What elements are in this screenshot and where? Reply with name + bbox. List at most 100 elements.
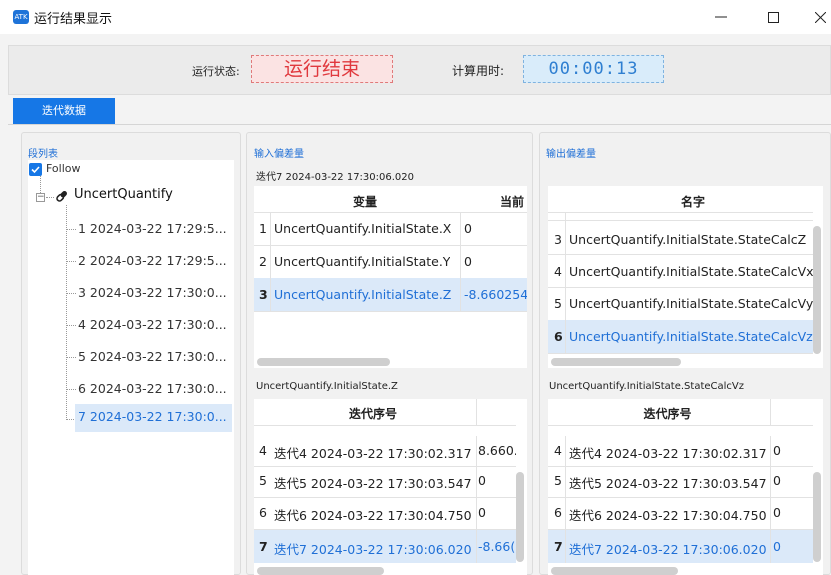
row-number: 5 [554,296,562,311]
close-icon [814,11,826,24]
tree-line [66,419,74,420]
tree-item-iteration[interactable]: 1 2024-03-22 17:29:5... [78,221,228,241]
output-detail-label: UncertQuantify.InitialState.StateCalcVz [549,381,744,392]
column-header-name[interactable]: 名字 [568,193,818,210]
tree-line [40,176,41,193]
run-state-value: 运行结束 [251,55,393,83]
close-button[interactable] [797,0,831,34]
table-row[interactable]: 4 迭代4 2024-03-22 17:30:02.317 0 [548,436,813,466]
variable-name: UncertQuantify.InitialState.X [274,221,452,236]
maximize-button[interactable] [750,0,796,34]
table-row[interactable]: 6 迭代6 2024-03-22 17:30:04.750 0 [548,497,813,529]
tree-item-iteration[interactable]: 6 2024-03-22 17:30:0... [78,381,228,401]
tree-item-iteration[interactable]: 5 2024-03-22 17:30:0... [78,349,228,369]
iteration-value: -8.66( [478,539,516,554]
status-bar [8,45,831,95]
segment-list-title: 段列表 [28,149,58,160]
row-number: 7 [259,539,268,554]
row-divider [254,311,527,312]
tree-item-iteration[interactable]: 4 2024-03-22 17:30:0... [78,317,228,337]
row-divider [548,425,813,426]
tree-line [66,261,76,262]
tree-item-iteration-selected[interactable]: 7 2024-03-22 17:30:0... [75,404,232,432]
tree-item-iteration[interactable]: 2 2024-03-22 17:29:5... [78,253,228,273]
tree-line [46,197,54,198]
output-name: UncertQuantify.InitialState.StateCalcVy [569,296,813,311]
vertical-scrollbar[interactable] [813,226,821,354]
col-divider [770,399,771,425]
row-number: 5 [554,473,562,488]
tree-line [66,357,76,358]
app-logo-icon: ATK [13,10,29,24]
horizontal-scrollbar[interactable] [551,358,681,366]
tree-line [66,229,76,230]
row-number: 3 [554,232,562,247]
row-number: 7 [554,539,563,554]
tree-item-iteration[interactable]: 3 2024-03-22 17:30:0... [78,285,228,305]
elapsed-time-value: 00:00:13 [523,55,664,83]
tree-collapse-toggle[interactable]: − [36,193,45,202]
row-number: 4 [554,443,562,458]
row-number: 4 [259,443,267,458]
tree-line [66,325,76,326]
iteration-value: 0 [773,539,781,554]
iteration-value: 0 [478,505,486,520]
elapsed-time-label: 计算用时: [452,64,505,78]
row-divider [548,212,813,213]
row-divider [254,425,516,426]
table-row-selected[interactable]: 3 UncertQuantify.InitialState.Z -8.66025… [254,278,527,311]
minimize-icon [715,16,727,18]
col-divider [476,436,477,563]
iteration-name: 迭代7 2024-03-22 17:30:06.020 [569,542,767,557]
horizontal-scrollbar[interactable] [551,567,678,575]
input-detail-label: UncertQuantify.InitialState.Z [256,381,398,392]
variable-value: 0 [464,221,472,236]
table-row[interactable]: 5 迭代5 2024-03-22 17:30:03.547 0 [548,466,813,497]
checkmark-icon [31,166,40,174]
output-name: UncertQuantify.InitialState.StateCalcVx [569,264,813,279]
column-header-iteration[interactable]: 迭代序号 [565,405,770,422]
table-row[interactable]: 1 UncertQuantify.InitialState.X 0 [254,212,527,245]
horizontal-scrollbar[interactable] [257,567,384,575]
tree-line [66,293,76,294]
window-title: 运行结果显示 [34,12,113,27]
table-row-selected[interactable]: 6 UncertQuantify.InitialState.StateCalcV… [548,320,813,353]
iteration-name: 迭代4 2024-03-22 17:30:02.317 [274,446,472,461]
row-number: 3 [259,287,268,302]
variable-value: 0 [464,254,472,269]
iteration-name: 迭代6 2024-03-22 17:30:04.750 [274,508,472,523]
row-number: 1 [259,221,267,236]
iteration-value: 8.660. [478,443,516,458]
table-row[interactable]: 3 UncertQuantify.InitialState.StateCalcZ [548,220,813,254]
table-row[interactable]: 5 UncertQuantify.InitialState.StateCalcV… [548,287,813,320]
col-divider [270,212,271,311]
col-divider [460,212,461,311]
vertical-scrollbar[interactable] [813,472,821,562]
row-number: 5 [259,473,267,488]
column-header-variable[interactable]: 变量 [270,193,460,210]
column-header-iteration[interactable]: 迭代序号 [270,405,476,422]
horizontal-scrollbar[interactable] [257,358,390,366]
tree-line [66,205,67,420]
variable-value: -8.660254 [464,287,527,302]
minimize-button[interactable] [698,0,744,34]
row-number: 2 [259,254,267,269]
follow-label: Follow [46,162,81,175]
iteration-name: 迭代6 2024-03-22 17:30:04.750 [569,508,767,523]
table-row-selected[interactable]: 7 迭代7 2024-03-22 17:30:06.020 0 [548,530,813,563]
tab-iteration-data[interactable]: 迭代数据 [13,98,115,124]
tab-divider [8,124,831,125]
variable-name: UncertQuantify.InitialState.Z [274,287,452,302]
follow-checkbox[interactable] [29,163,42,176]
column-header-current[interactable]: 当前 [500,193,527,210]
link-icon [56,191,67,202]
iteration-value: 0 [773,473,781,488]
col-divider [770,436,771,563]
table-row[interactable]: 2 UncertQuantify.InitialState.Y 0 [254,245,527,278]
vertical-scrollbar[interactable] [516,472,524,562]
iteration-value: 0 [773,505,781,520]
output-deviation-title: 输出偏差量 [546,149,596,160]
iteration-name: 迭代7 2024-03-22 17:30:06.020 [274,542,472,557]
tree-root-uncertquantify[interactable]: UncertQuantify [74,187,173,202]
table-row[interactable]: 4 UncertQuantify.InitialState.StateCalcV… [548,254,813,287]
